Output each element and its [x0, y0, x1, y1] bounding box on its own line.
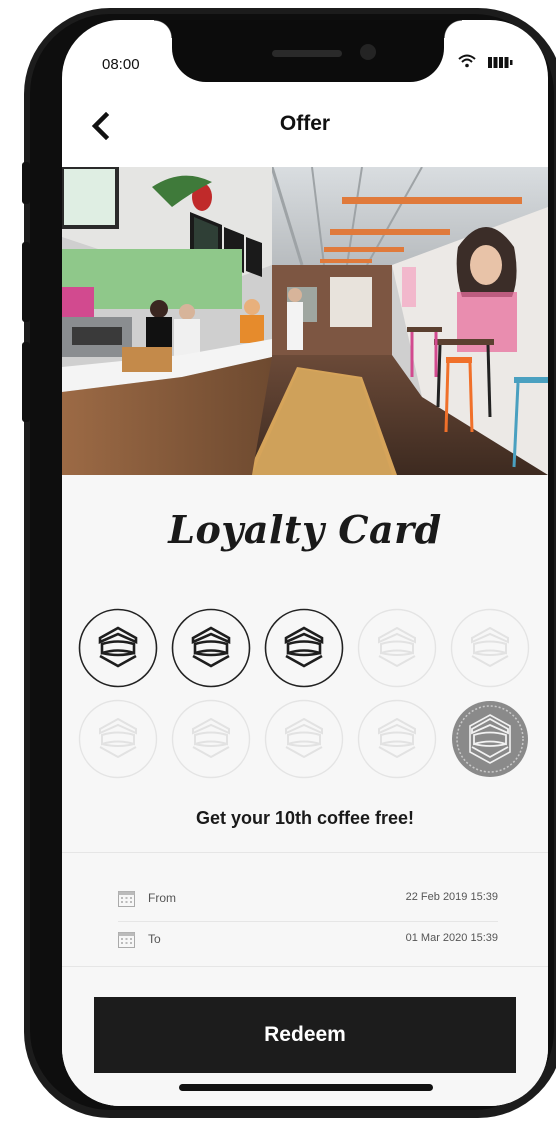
- calendar-icon: [118, 891, 135, 907]
- stamp-empty-icon: [171, 699, 251, 779]
- app-screen: 08:00 Offer Loyalty Card Get your 10th c…: [62, 20, 548, 1106]
- stamp-collected-icon: [264, 608, 344, 688]
- stamp-collected-icon: [78, 608, 158, 688]
- reward-stamp-icon: [450, 699, 530, 779]
- front-camera: [360, 44, 376, 60]
- home-indicator[interactable]: [179, 1084, 433, 1091]
- calendar-icon: [118, 932, 135, 948]
- volume-down-button: [22, 342, 30, 422]
- divider-dates: [118, 921, 498, 922]
- volume-up-button: [22, 242, 30, 322]
- date-row-to: To 01 Mar 2020 15:39: [118, 929, 498, 953]
- divider-top: [62, 852, 548, 853]
- stamp-collected-icon: [171, 608, 251, 688]
- battery-icon: [488, 57, 513, 68]
- silent-switch: [22, 162, 30, 204]
- date-row-from: From 22 Feb 2019 15:39: [118, 888, 498, 912]
- notch: [154, 20, 462, 82]
- loyalty-card-title: Loyalty Card: [168, 507, 442, 552]
- stamp-empty-icon: [357, 608, 437, 688]
- stamp-empty-icon: [78, 699, 158, 779]
- date-to-label: To: [148, 932, 161, 946]
- date-to-value: 01 Mar 2020 15:39: [405, 932, 498, 944]
- loyalty-panel: Loyalty Card Get your 10th coffee free! …: [62, 475, 548, 1106]
- date-from-value: 22 Feb 2019 15:39: [405, 891, 498, 903]
- wifi-icon: [458, 54, 476, 68]
- speaker-grille: [272, 50, 342, 57]
- page-title: Offer: [279, 112, 331, 135]
- stamp-empty-icon: [357, 699, 437, 779]
- offer-text: Get your 10th coffee free!: [195, 808, 415, 828]
- stamp-empty-icon: [450, 608, 530, 688]
- date-from-label: From: [148, 891, 176, 905]
- cafe-interior-image: [62, 167, 548, 475]
- redeem-button[interactable]: Redeem: [94, 997, 516, 1073]
- divider-bottom: [62, 966, 548, 967]
- status-time: 08:00: [102, 56, 140, 73]
- stamp-empty-icon: [264, 699, 344, 779]
